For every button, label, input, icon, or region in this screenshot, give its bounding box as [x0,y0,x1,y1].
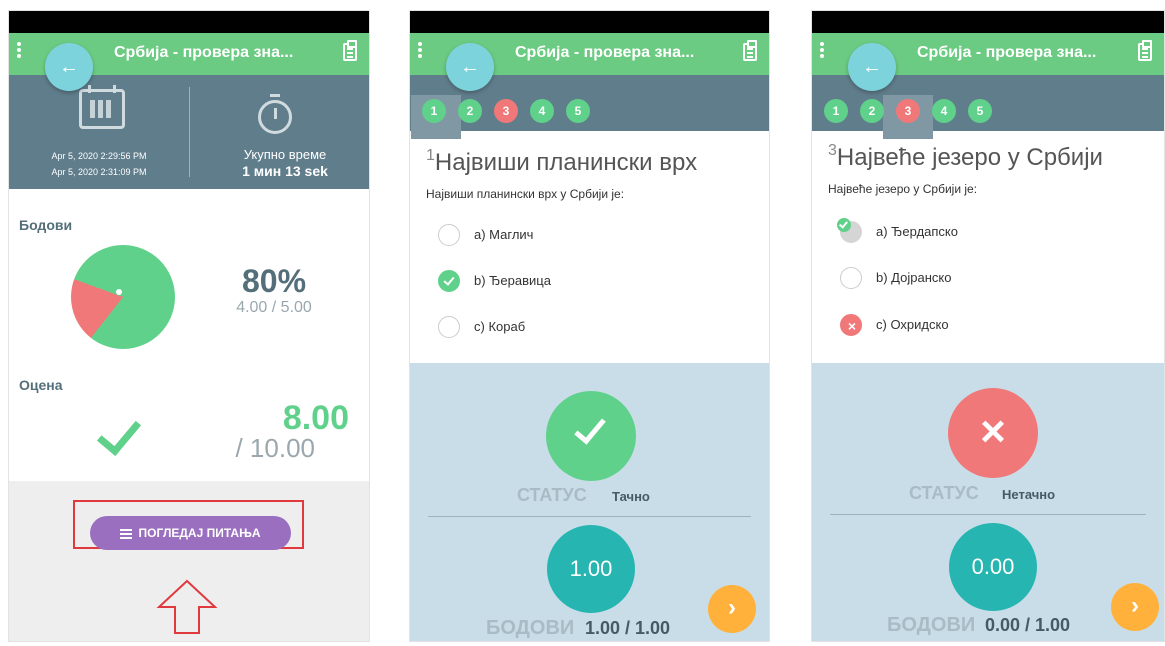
radio-icon [840,267,862,289]
back-button[interactable]: ← [45,43,93,91]
score-points: 4.00 / 5.00 [236,299,312,316]
next-question-button[interactable]: › [708,585,756,633]
selected-correct-icon [438,270,460,292]
app-title: Србија - провера зна... [917,44,1097,61]
question-nav-item[interactable]: 4 [932,99,956,123]
correct-answer-icon [837,218,862,243]
question-subtitle: Највеће језеро у Србији је: [828,182,978,196]
result-divider [830,514,1146,515]
question-nav-item[interactable]: 3 [494,99,518,123]
question-nav-item[interactable]: 2 [458,99,482,123]
back-button[interactable]: ← [848,43,896,91]
more-menu-icon[interactable] [17,41,23,61]
next-question-button[interactable]: › [1111,583,1159,631]
summary-screen: Србија - провера зна... ← Apr 5, 2020 2:… [8,10,370,642]
view-questions-label: ПОГЛЕДАЈ ПИТАЊА [138,526,261,540]
grade-max: / 10.00 [235,433,315,463]
option-label: а) Ђердапско [876,224,958,239]
clipboard-icon[interactable] [743,40,757,61]
question-1-screen: Србија - провера зна... ← 1Највиши плани… [409,10,770,642]
question-nav-item[interactable]: 3 [896,99,920,123]
clipboard-icon[interactable] [1138,40,1152,61]
menu-icon [120,532,133,535]
correct-status-icon [546,391,636,481]
status-label: СТАТУС [517,485,587,505]
question-nav-item[interactable]: 5 [968,99,992,123]
calendar-icon [79,89,125,129]
score-value: 1.00 / 1.00 [585,618,671,638]
score-percent: 80% [241,263,307,299]
more-menu-icon[interactable] [820,41,826,61]
view-questions-button[interactable]: ПОГЛЕДАЈ ПИТАЊА [90,516,291,550]
status-bar [812,11,1164,33]
end-time: Apr 5, 2020 2:31:09 PM [51,167,147,177]
grade-label: Оцена [19,377,63,393]
result-divider [428,516,751,517]
start-time: Apr 5, 2020 2:29:56 PM [51,151,147,161]
status-label: СТАТУС [909,483,979,503]
pie-center-dot [116,289,122,295]
more-menu-icon[interactable] [418,41,424,61]
back-button[interactable]: ← [446,43,494,91]
radio-icon [438,316,460,338]
up-arrow-icon [156,579,218,634]
score-pie-chart [71,245,175,349]
question-3-screen: Србија - провера зна... ← 3Највеће језер… [811,10,1165,642]
question-title: 3Највеће језеро у Србији [828,142,1103,171]
app-title: Србија - провера зна... [114,44,294,61]
header-divider [189,87,190,177]
status-value: Тачно [612,489,650,504]
option-label: b) Дојранско [876,270,952,285]
status-value: Нетачно [1002,487,1056,502]
question-nav-item[interactable]: 1 [422,99,446,123]
option-label: с) Охридско [876,317,949,332]
status-bar [410,11,769,33]
score-label: БОДОВИ [887,614,976,636]
option-label: с) Кораб [474,319,526,334]
score-label: БОДОВИ [486,617,575,639]
score-value: 0.00 / 1.00 [985,615,1071,635]
question-nav-item[interactable]: 1 [824,99,848,123]
incorrect-status-icon: × [948,388,1038,478]
radio-icon [438,224,460,246]
stopwatch-icon [258,94,292,134]
checkmark-icon [96,409,142,457]
option-label: b) Ђеравица [474,273,551,288]
total-time-label: Укупно време [243,147,327,162]
question-nav-item[interactable]: 2 [860,99,884,123]
total-time-value: 1 мин 13 sek [242,163,328,179]
points-label: Бодови [19,217,73,233]
app-title: Србија - провера зна... [515,44,695,61]
status-bar [9,11,369,33]
score-circle: 0.00 [949,523,1037,611]
option-label: а) Маглич [474,227,534,242]
question-title: 1Највиши планински врх [426,147,698,176]
score-circle: 1.00 [547,525,635,613]
question-nav-item[interactable]: 5 [566,99,590,123]
clipboard-icon[interactable] [343,40,357,61]
question-subtitle: Највиши планински врх у Србији је: [426,187,625,201]
question-nav-item[interactable]: 4 [530,99,554,123]
selected-incorrect-icon: × [840,314,862,336]
